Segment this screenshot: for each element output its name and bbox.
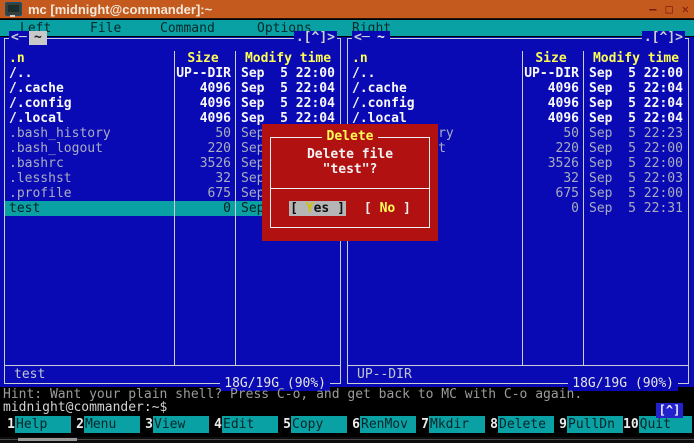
fkey-mkdir[interactable]: 7Mkdir (416, 416, 485, 433)
file-row-right[interactable]: /..UP--DIRSep 5 22:00 (348, 66, 688, 81)
dialog-buttons: [ Yes ] [ No ] (271, 189, 429, 227)
right-panel-path-tab[interactable]: ~ (372, 31, 390, 45)
fkey-number: 10 (623, 416, 639, 433)
menu-bar: LeftFileCommandOptionsRight (0, 20, 694, 36)
fkey-label: Quit (639, 416, 692, 433)
fkey-number: 8 (485, 416, 498, 433)
panel-up-decor[interactable]: .[^]> (642, 31, 685, 45)
scroll-up-indicator: [^] (656, 403, 683, 418)
panel-right-arrow-decor: <─ (352, 31, 372, 45)
function-key-bar: 1Help2Menu3View4Edit5Copy6RenMov7Mkdir8D… (2, 416, 692, 433)
fkey-label: Help (15, 416, 71, 433)
fkey-number: 7 (416, 416, 429, 433)
fkey-label: Mkdir (429, 416, 485, 433)
fkey-number: 3 (140, 416, 153, 433)
fkey-label: Delete (498, 416, 554, 433)
sort-indicator: .n (352, 51, 368, 66)
fkey-delete[interactable]: 8Delete (485, 416, 554, 433)
fkey-quit[interactable]: 10Quit (623, 416, 692, 433)
fkey-number: 9 (554, 416, 567, 433)
menu-item-file[interactable]: File (90, 21, 121, 36)
fkey-label: Menu (84, 416, 140, 433)
terminal-icon (5, 2, 22, 16)
dialog-message: Delete file "test"? (271, 147, 429, 177)
dialog-message-line2: "test"? (271, 162, 429, 177)
fkey-label: View (153, 416, 209, 433)
fkey-help[interactable]: 1Help (2, 416, 71, 433)
fkey-copy[interactable]: 5Copy (278, 416, 347, 433)
fkey-number: 5 (278, 416, 291, 433)
dialog-message-line1: Delete file (271, 147, 429, 162)
right-panel-header: .n Name Size Modify time (348, 51, 688, 66)
panel-up-decor[interactable]: .[^]> (294, 31, 337, 45)
window-title: mc [midnight@commander]:~ (28, 2, 212, 17)
fkey-label: RenMov (360, 416, 416, 433)
column-header-mtime: Modify time (584, 51, 688, 66)
dialog-title: Delete (271, 130, 429, 144)
panel-left-arrow-decor: <─ (9, 31, 29, 45)
maximize-button[interactable]: □ (666, 3, 673, 15)
window-controls: – □ ✕ (649, 3, 689, 15)
yes-button[interactable]: [ Yes ] (289, 201, 346, 216)
column-header-size: Size (523, 51, 584, 66)
shell-prompt[interactable]: midnight@commander:~$ (3, 401, 167, 415)
delete-dialog: Delete Delete file "test"? [ Yes ] [ No ] (262, 124, 438, 241)
close-button[interactable]: ✕ (682, 3, 689, 15)
bottom-scrollbar[interactable] (0, 437, 694, 443)
scrollbar-track (0, 439, 694, 440)
fkey-number: 1 (2, 416, 15, 433)
fkey-label: Edit (222, 416, 278, 433)
fkey-number: 2 (71, 416, 84, 433)
scrollbar-thumb[interactable] (18, 438, 77, 441)
fkey-pulldn[interactable]: 9PullDn (554, 416, 623, 433)
fkey-number: 4 (209, 416, 222, 433)
fkey-renmov[interactable]: 6RenMov (347, 416, 416, 433)
column-header-size: Size (175, 51, 236, 66)
menu-item-command[interactable]: Command (160, 21, 215, 36)
sort-indicator: .n (9, 51, 25, 66)
left-panel-path-tab[interactable]: ~ (29, 31, 47, 45)
column-header-mtime: Modify time (236, 51, 340, 66)
terminal-window: mc [midnight@commander]:~ – □ ✕ LeftFile… (0, 0, 694, 443)
file-row-left[interactable]: /.cache4096Sep 5 22:04 (5, 81, 340, 96)
fkey-view[interactable]: 3View (140, 416, 209, 433)
fkey-edit[interactable]: 4Edit (209, 416, 278, 433)
file-row-right[interactable]: /.cache4096Sep 5 22:04 (348, 81, 688, 96)
file-row-right[interactable]: /.config4096Sep 5 22:04 (348, 96, 688, 111)
fkey-label: PullDn (567, 416, 623, 433)
file-row-left[interactable]: /..UP--DIRSep 5 22:00 (5, 66, 340, 81)
fkey-menu[interactable]: 2Menu (71, 416, 140, 433)
left-panel-header: .n Name Size Modify time (5, 51, 340, 66)
minimize-button[interactable]: – (649, 3, 656, 15)
fkey-label: Copy (291, 416, 347, 433)
title-bar: mc [midnight@commander]:~ – □ ✕ (0, 0, 694, 19)
file-row-left[interactable]: /.config4096Sep 5 22:04 (5, 96, 340, 111)
no-button[interactable]: [ No ] (364, 201, 411, 216)
delete-dialog-frame: Delete Delete file "test"? [ Yes ][ No ] (270, 137, 430, 228)
fkey-number: 6 (347, 416, 360, 433)
